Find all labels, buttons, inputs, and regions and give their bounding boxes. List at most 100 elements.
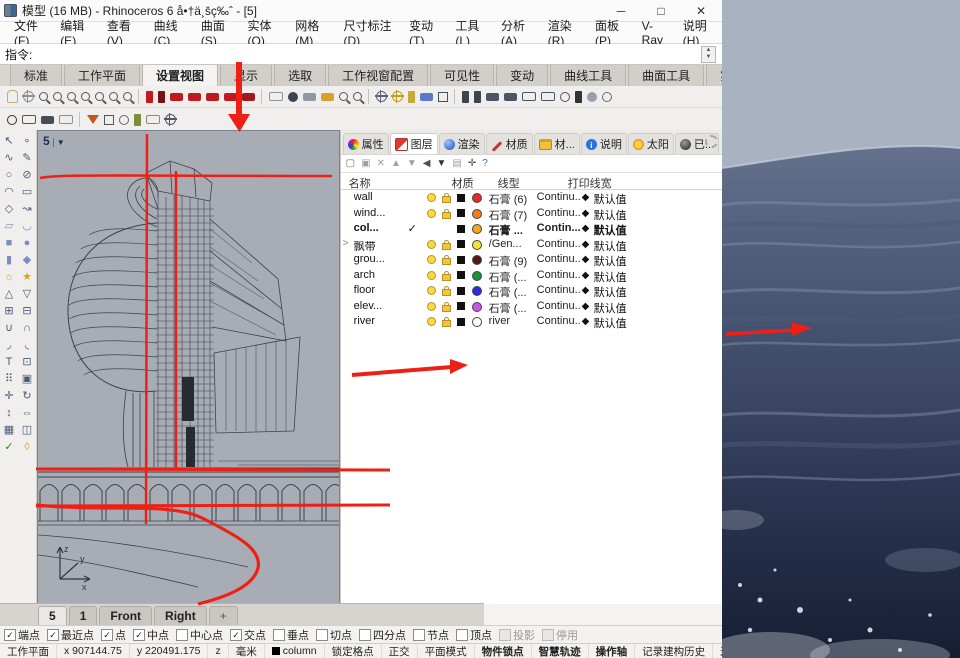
flash-tool-icon[interactable]: ★ <box>18 272 36 283</box>
copy-layer-icon[interactable]: ▣ <box>361 158 370 169</box>
vray-monitor-dark-icon[interactable] <box>41 116 54 124</box>
osnap-最近点[interactable]: ✓最近点 <box>47 627 94 643</box>
zoom-window-icon[interactable] <box>53 92 62 101</box>
target-circle-icon[interactable] <box>602 92 612 102</box>
check-tool-icon[interactable]: ✓ <box>0 442 18 453</box>
zoom-out-icon[interactable] <box>109 92 118 101</box>
vray-logo-icon[interactable] <box>7 115 17 125</box>
fillet-tool-icon[interactable]: ◞ <box>0 340 18 351</box>
cplane-1-icon[interactable] <box>462 91 469 103</box>
layer-row-wall[interactable]: wall石膏 (6)Continu...◆默认值 <box>341 190 722 206</box>
crosshair-sun-icon[interactable] <box>392 91 403 102</box>
layer-color-swatch[interactable] <box>472 271 482 281</box>
new-layer-icon[interactable]: ▢ <box>346 158 355 169</box>
layer-color-swatch[interactable] <box>472 317 482 327</box>
layer-linetype[interactable]: Continu... <box>537 284 581 296</box>
zoom-rotate-icon[interactable] <box>95 92 104 101</box>
layer-color-swatch[interactable] <box>472 209 482 219</box>
collapse-icon[interactable]: ◀ <box>423 158 431 169</box>
cplane-2-icon[interactable] <box>474 91 481 103</box>
ribbon-tab-选取[interactable]: 选取 <box>274 63 326 86</box>
checkbox-icon[interactable] <box>413 629 425 641</box>
rectangle-tool-icon[interactable]: ▭ <box>18 187 36 198</box>
ribbon-tab-设置视图[interactable]: 设置视图 <box>142 63 218 86</box>
status-y 220491.175[interactable]: y 220491.175 <box>130 644 209 658</box>
visibility-bulb-icon[interactable] <box>427 271 436 280</box>
status-x 907144.75[interactable]: x 907144.75 <box>57 644 130 658</box>
select-tool-icon[interactable]: ↖ <box>0 136 18 147</box>
vray-render-4-icon[interactable] <box>224 93 237 101</box>
render-preview-icon[interactable] <box>269 92 283 101</box>
visibility-bulb-icon[interactable] <box>427 209 436 218</box>
viewport-title[interactable]: 5▼ <box>43 134 65 148</box>
sphere-tool-icon[interactable]: ● <box>18 238 36 249</box>
vray-cube-icon[interactable] <box>104 115 114 125</box>
wire-cube-icon[interactable] <box>438 92 448 102</box>
checkbox-icon[interactable]: ✓ <box>230 629 242 641</box>
layer-row-飘带[interactable]: >飘带/Gen...Continu...◆默认值 <box>341 237 722 253</box>
view-plane-4-icon[interactable] <box>541 92 555 101</box>
layer-linetype[interactable]: Continu... <box>537 238 581 250</box>
display-color-swatch[interactable] <box>457 209 465 217</box>
explode-tool-icon[interactable]: ☼ <box>0 272 18 283</box>
ribbon-tab-显示[interactable]: 显示 <box>220 63 272 86</box>
header-linetype[interactable]: 线型 <box>498 175 520 191</box>
union-tool-icon[interactable]: ∪ <box>0 323 18 334</box>
curve-tool-icon[interactable]: ∿ <box>0 153 18 164</box>
display-color-swatch[interactable] <box>457 287 465 295</box>
layer-row-wind...[interactable]: wind...石膏 (7)Continu...◆默认值 <box>341 206 722 222</box>
viewport-tab-1[interactable]: 1 <box>69 606 98 626</box>
layer-linetype[interactable]: Continu... <box>537 191 581 203</box>
display-color-swatch[interactable] <box>457 256 465 264</box>
panel-tab-材质[interactable]: 材质 <box>486 133 533 154</box>
zoom-extents-icon[interactable] <box>81 92 90 101</box>
display-color-swatch[interactable] <box>457 194 465 202</box>
mirror-tool-icon[interactable]: ⇔ <box>18 408 36 419</box>
vray-render-3-icon[interactable] <box>206 93 219 101</box>
render-screen-icon[interactable] <box>303 93 316 101</box>
vray-teapot-icon[interactable] <box>22 115 36 124</box>
display-color-swatch[interactable] <box>457 302 465 310</box>
osnap-顶点[interactable]: 顶点 <box>456 627 492 643</box>
help-icon[interactable]: ? <box>482 158 488 169</box>
point-tool-icon[interactable]: ∘ <box>18 136 36 147</box>
lock-icon[interactable] <box>442 274 451 281</box>
status-操作轴[interactable]: 操作轴 <box>589 644 636 658</box>
viewport-tab-Front[interactable]: Front <box>99 606 152 626</box>
box-tool-icon[interactable]: ■ <box>0 238 18 249</box>
osnap-切点[interactable]: 切点 <box>316 627 352 643</box>
scale-tool-icon[interactable]: ↕ <box>0 408 18 419</box>
panel-tab-属性[interactable]: 属性 <box>343 133 389 154</box>
vray-render-2-icon[interactable] <box>188 93 201 101</box>
vray-monitor-light-icon[interactable] <box>59 115 73 124</box>
layer-color-swatch[interactable] <box>472 224 482 234</box>
status-智慧轨迹[interactable]: 智慧轨迹 <box>532 644 589 658</box>
ribbon-tab-曲线工具[interactable]: 曲线工具 <box>550 63 626 86</box>
display-color-swatch[interactable] <box>457 271 465 279</box>
vray-target-icon[interactable] <box>165 114 176 125</box>
solid-tool-icon[interactable]: ◆ <box>18 255 36 266</box>
display-color-swatch[interactable] <box>457 225 465 233</box>
layer-print-width[interactable]: 默认值 <box>594 315 627 331</box>
lock-icon[interactable] <box>442 289 451 296</box>
layer-color-swatch[interactable] <box>472 240 482 250</box>
osnap-投影[interactable]: 投影 <box>499 627 535 643</box>
render-camera-icon[interactable] <box>288 92 298 102</box>
header-printwidth[interactable]: 打印线宽 <box>568 175 612 191</box>
panel-tab-材...[interactable]: 材... <box>534 133 580 154</box>
header-name[interactable]: 名称 <box>349 175 371 191</box>
move-tool-icon[interactable]: ✛ <box>0 391 18 402</box>
polygon-tool-icon[interactable]: ◇ <box>0 204 18 215</box>
osnap-中点[interactable]: ✓中点 <box>133 627 169 643</box>
status-正交[interactable]: 正交 <box>382 644 418 658</box>
vray-funnel-icon[interactable] <box>87 115 99 124</box>
layer-linetype[interactable]: Continu... <box>537 207 581 219</box>
layer-row-arch[interactable]: arch石膏 (...Continu...◆默认值 <box>341 268 722 284</box>
ribbon-tab-可见性[interactable]: 可见性 <box>430 63 494 86</box>
checkbox-icon[interactable]: ✓ <box>4 629 16 641</box>
spark-icon[interactable] <box>587 92 597 102</box>
sketch-tool-icon[interactable]: ✎ <box>18 153 36 164</box>
pan-view-icon[interactable] <box>7 90 18 103</box>
osnap-中心点[interactable]: 中心点 <box>176 627 223 643</box>
panel-tab-太阳[interactable]: 太阳 <box>628 133 674 154</box>
